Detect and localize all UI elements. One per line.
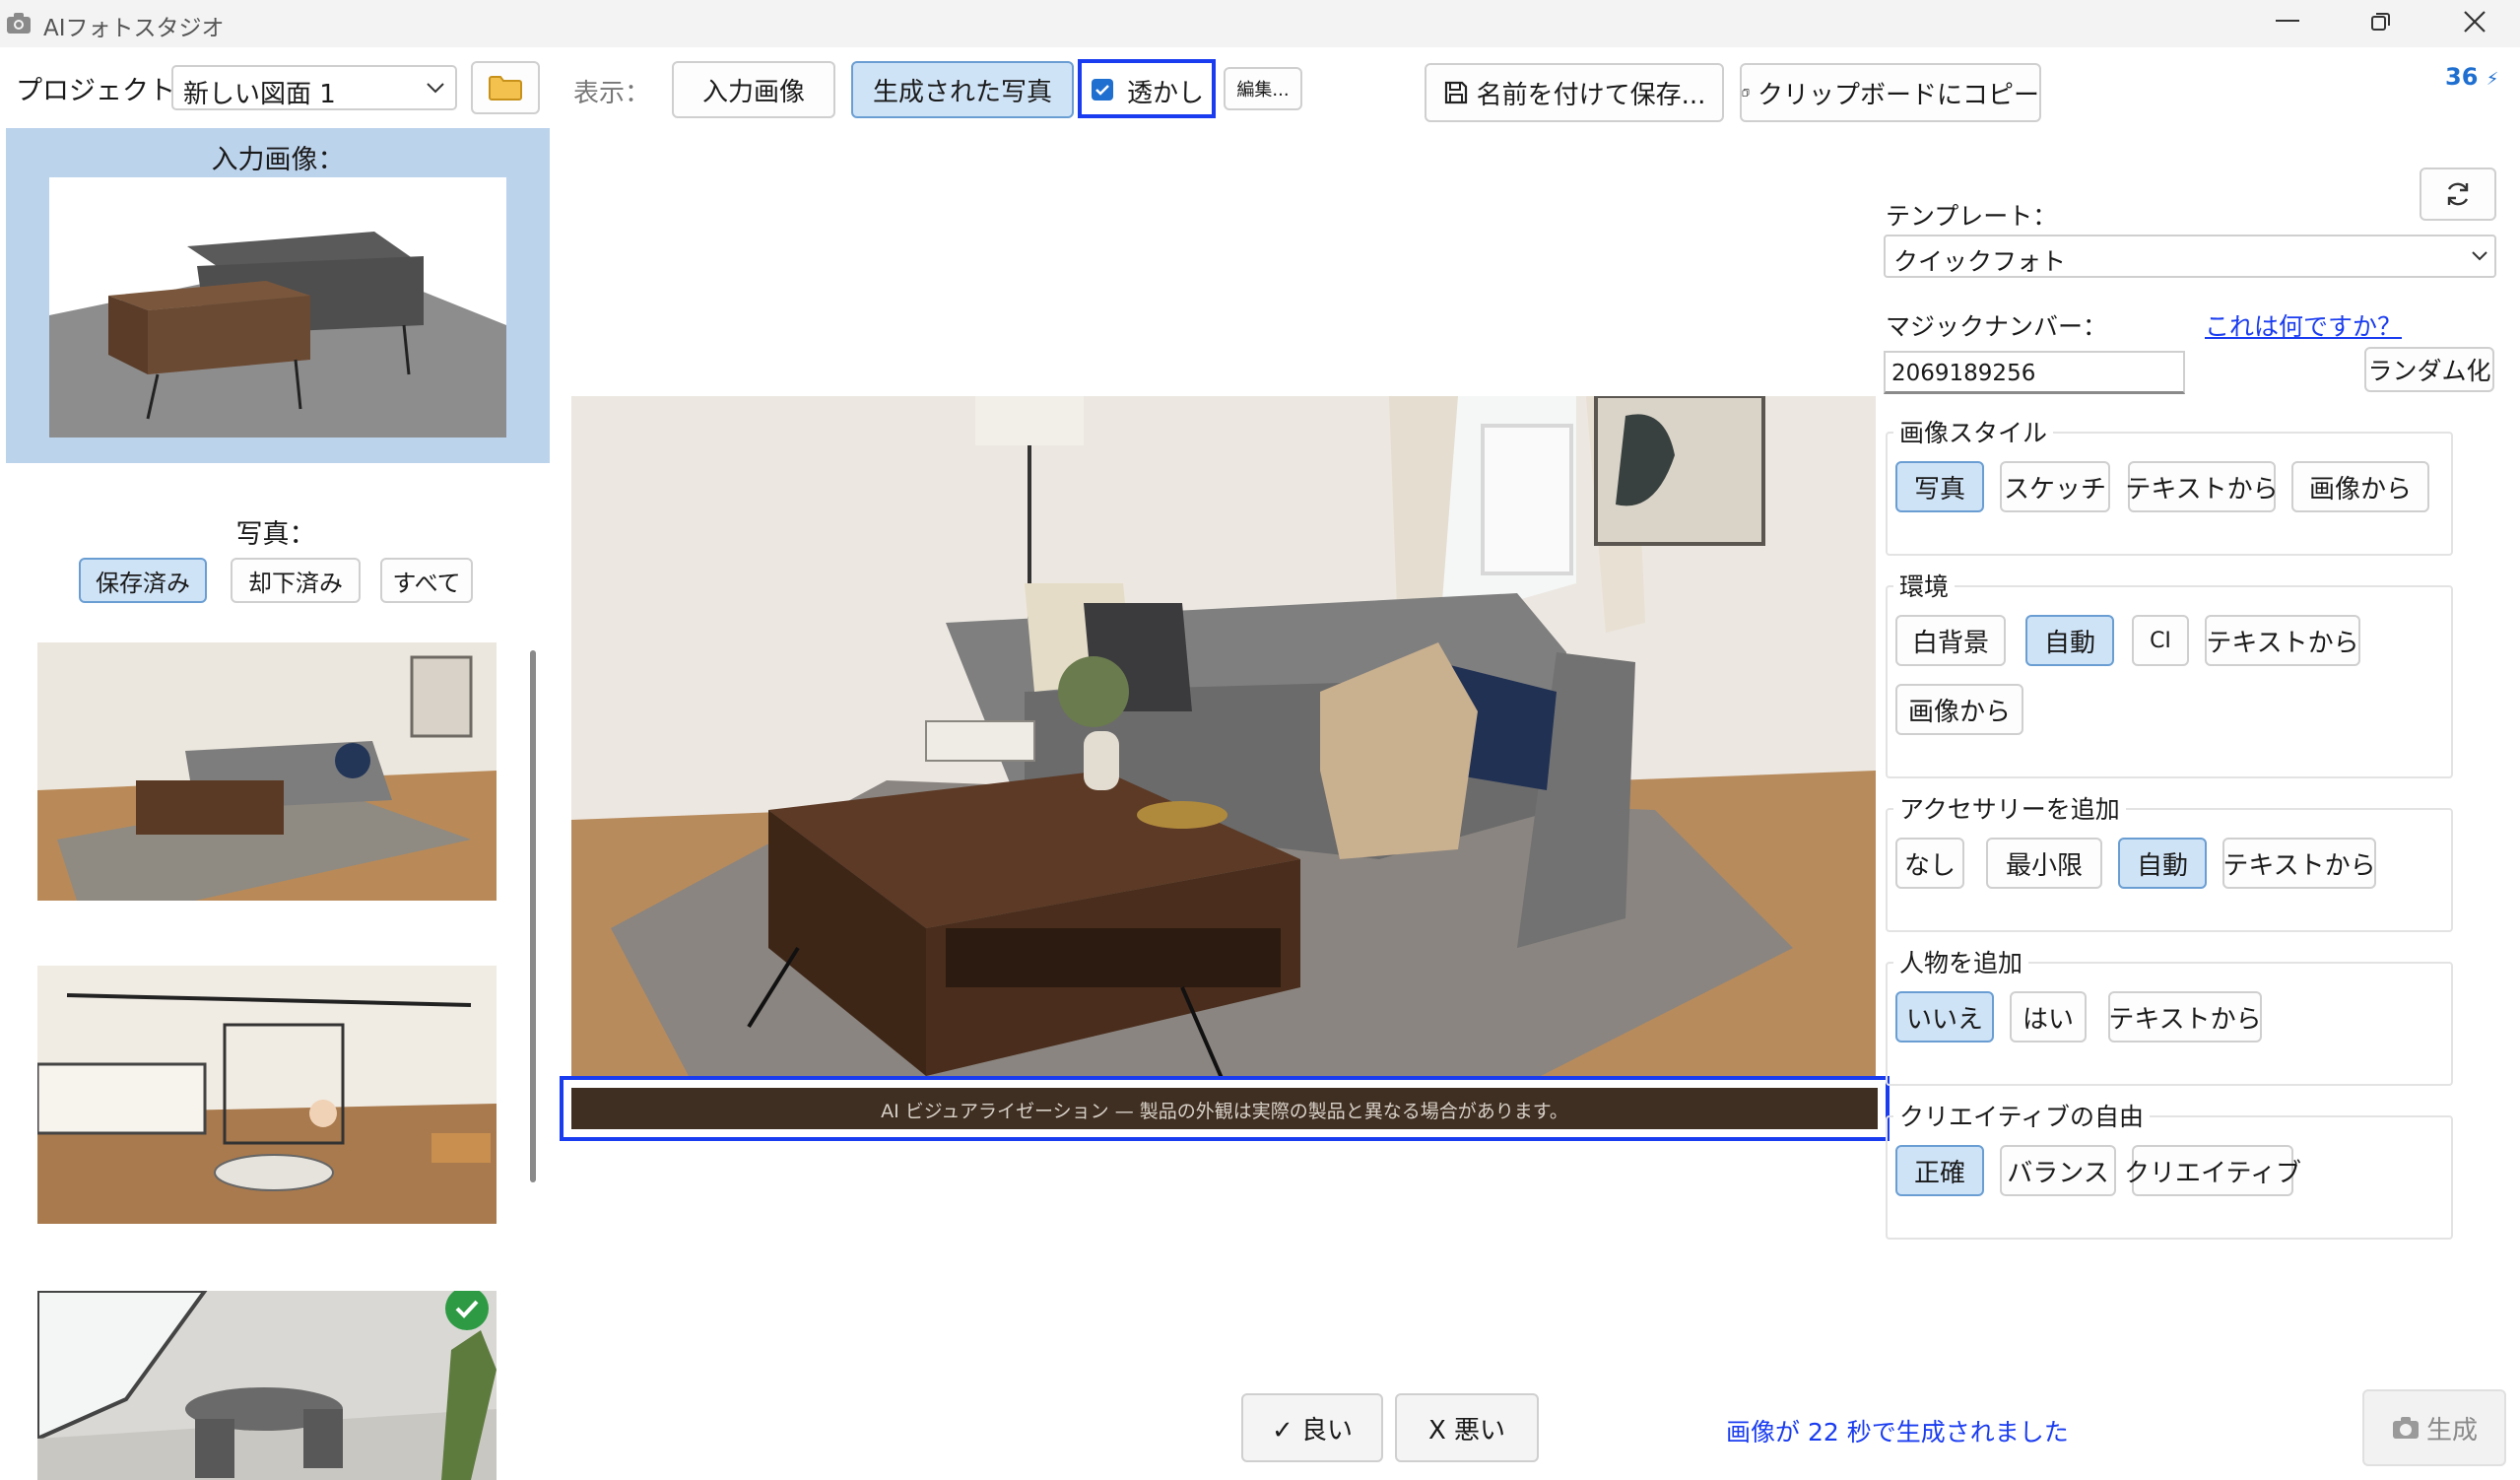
input-image-title: 入力画像： [211,145,345,175]
image-style-title: 画像スタイル [1893,414,2054,449]
bad-button[interactable]: X 悪い [1395,1393,1539,1462]
credits-count: 36 [2445,63,2479,91]
filter-all-button[interactable]: すべて [380,558,473,603]
edit-watermark-button[interactable]: 編集... [1224,67,1302,110]
environment-title: 環境 [1893,568,1956,603]
input-image-view-button[interactable]: 入力画像 [672,61,835,118]
env-ci-button[interactable]: CI [2132,615,2189,666]
cf-accurate-button[interactable]: 正確 [1895,1145,1984,1196]
acc-minimal-button[interactable]: 最小限 [1986,838,2102,889]
list-item[interactable] [37,642,497,901]
env-from-text-button[interactable]: テキストから [2205,615,2360,666]
generated-photo [571,396,1876,1078]
close-icon[interactable] [2462,9,2487,34]
input-image-card: 入力画像： [6,128,550,463]
style-from-text-button[interactable]: テキストから [2125,461,2279,512]
watermark-text: AI ビジュアライゼーション — 製品の外観は実際の製品と異なる場合があります。 [881,1101,1568,1122]
copy-clipboard-label: クリップボードにコピー [1757,80,2039,110]
copy-clipboard-button[interactable]: クリップボードにコピー [1740,63,2041,122]
style-from-image-button[interactable]: 画像から [2291,461,2429,512]
project-select-value: 新しい図面 1 [183,80,336,109]
good-button[interactable]: ✓ 良い [1241,1393,1383,1462]
watermark-toggle[interactable]: 透かし [1078,59,1216,118]
chevron-down-icon [2472,251,2487,261]
style-photo-button[interactable]: 写真 [1895,461,1984,512]
folder-icon [489,76,522,101]
watermark-checkbox[interactable] [1092,79,1113,101]
save-as-label: 名前を付けて保存... [1476,80,1706,110]
accessories-title: アクセサリーを追加 [1893,790,2126,826]
generate-button[interactable]: 生成 [2362,1389,2506,1466]
acc-auto-button[interactable]: 自動 [2118,838,2207,889]
save-as-button[interactable]: 名前を付けて保存... [1425,63,1724,122]
acc-from-text-button[interactable]: テキストから [2222,838,2376,889]
bolt-icon: ⚡ [2486,69,2499,90]
refresh-button[interactable] [2420,168,2496,221]
photos-title: 写真： [235,519,316,550]
generated-photo-view-button[interactable]: 生成された写真 [851,61,1074,118]
window-title: AIフォトスタジオ [43,16,225,41]
watermark-bar: AI ビジュアライゼーション — 製品の外観は実際の製品と異なる場合があります。 [571,1088,1878,1129]
acc-none-button[interactable]: なし [1895,838,1964,889]
view-label: 表示： [573,79,651,108]
people-from-text-button[interactable]: テキストから [2108,991,2262,1043]
env-white-bg-button[interactable]: 白背景 [1895,615,2006,666]
credits-indicator: 36 ⚡ [2445,63,2498,91]
template-select-value: クイックフォト [1893,247,2067,276]
check-icon [455,1300,479,1318]
filter-saved-button[interactable]: 保存済み [79,558,207,603]
copy-icon [1742,89,1750,97]
creative-freedom-title: クリエイティブの自由 [1893,1098,2151,1133]
list-item[interactable] [37,1291,497,1480]
what-is-this-link[interactable]: これは何ですか？ [2205,307,2402,343]
app-icon [7,13,31,34]
minimize-icon[interactable] [2276,20,2299,22]
generate-label: 生成 [2425,1415,2478,1446]
save-icon [1444,81,1467,104]
style-sketch-button[interactable]: スケッチ [2000,461,2110,512]
check-icon [1095,85,1109,96]
saved-check-badge [445,1291,489,1330]
randomize-button[interactable]: ランダム化 [2364,347,2494,392]
watermark-label: 透かし [1127,79,1205,108]
people-yes-button[interactable]: はい [2010,991,2087,1043]
cf-balance-button[interactable]: バランス [2000,1145,2116,1196]
people-title: 人物を追加 [1893,944,2029,979]
people-no-button[interactable]: いいえ [1895,991,1994,1043]
restore-icon[interactable] [2369,10,2393,34]
chevron-down-icon [427,83,444,94]
refresh-icon [2447,182,2469,206]
title-bar: AIフォトスタジオ [0,0,2520,47]
magic-number-value: 2069189256 [1891,361,2036,386]
thumbnail-scrollbar[interactable] [530,650,536,1182]
watermark-highlight: AI ビジュアライゼーション — 製品の外観は実際の製品と異なる場合があります。 [560,1076,1890,1141]
magic-number-label: マジックナンバー： [1886,312,2108,341]
cf-creative-button[interactable]: クリエイティブ [2124,1145,2301,1196]
thumbnail-list [4,615,550,1480]
template-select[interactable]: クイックフォト [1884,235,2496,278]
magic-number-input[interactable]: 2069189256 [1884,351,2185,394]
open-folder-button[interactable] [471,61,540,114]
filter-rejected-button[interactable]: 却下済み [231,558,361,603]
project-select[interactable]: 新しい図面 1 [171,65,457,110]
generation-status: 画像が 22 秒で生成されました [1726,1418,2069,1446]
camera-ai-icon [2392,1417,2419,1439]
list-item[interactable] [37,966,497,1224]
input-image-thumbnail [49,177,506,437]
env-auto-button[interactable]: 自動 [2025,615,2114,666]
template-label: テンプレート： [1886,202,2058,231]
env-from-image-button[interactable]: 画像から [1895,684,2023,735]
